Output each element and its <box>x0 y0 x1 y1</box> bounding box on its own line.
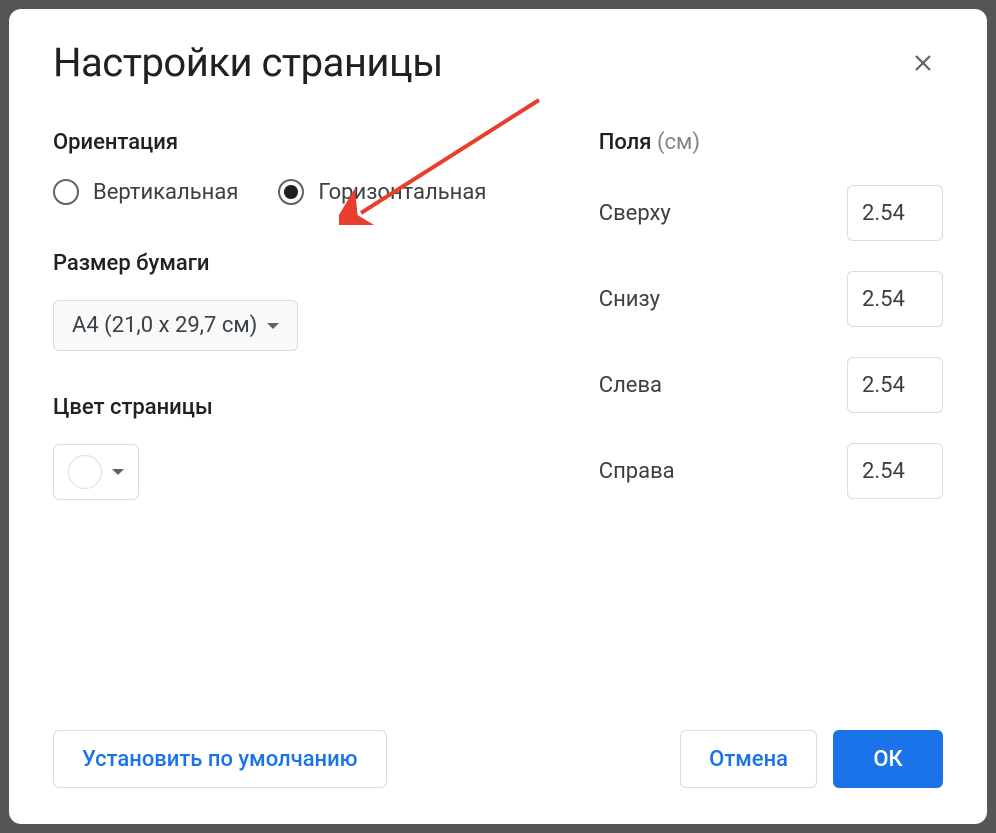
chevron-down-icon <box>267 323 279 329</box>
left-column: Ориентация Вертикальная Горизонтальная Р… <box>53 130 519 529</box>
close-button[interactable] <box>903 43 943 83</box>
close-icon <box>911 51 935 75</box>
orientation-section: Ориентация Вертикальная Горизонтальная <box>53 130 519 205</box>
radio-icon <box>278 179 304 205</box>
radio-icon <box>53 179 79 205</box>
margin-top-input[interactable] <box>847 185 943 241</box>
margin-left-row: Слева <box>599 357 943 413</box>
page-color-label: Цвет страницы <box>53 395 519 420</box>
margins-section: Поля (см) Сверху Снизу Слева Справа <box>599 130 943 529</box>
paper-size-dropdown[interactable]: A4 (21,0 x 29,7 см) <box>53 300 298 351</box>
page-setup-dialog: Настройки страницы Ориентация Вертикальн… <box>9 9 987 824</box>
margins-label: Поля (см) <box>599 130 943 155</box>
orientation-label: Ориентация <box>53 130 519 155</box>
orientation-radio-group: Вертикальная Горизонтальная <box>53 179 519 205</box>
margin-top-row: Сверху <box>599 185 943 241</box>
orientation-landscape-label: Горизонтальная <box>318 180 486 205</box>
margin-right-label: Справа <box>599 459 675 484</box>
cancel-button[interactable]: Отмена <box>680 730 817 788</box>
orientation-landscape-radio[interactable]: Горизонтальная <box>278 179 486 205</box>
margin-left-input[interactable] <box>847 357 943 413</box>
margin-bottom-label: Снизу <box>599 287 660 312</box>
margin-top-label: Сверху <box>599 201 671 226</box>
margin-right-input[interactable] <box>847 443 943 499</box>
dialog-content: Ориентация Вертикальная Горизонтальная Р… <box>53 130 943 529</box>
orientation-portrait-radio[interactable]: Вертикальная <box>53 179 238 205</box>
paper-size-label: Размер бумаги <box>53 251 519 276</box>
footer-right-group: Отмена ОК <box>680 730 943 788</box>
dialog-title: Настройки страницы <box>53 39 443 86</box>
set-default-button[interactable]: Установить по умолчанию <box>53 730 387 788</box>
margin-right-row: Справа <box>599 443 943 499</box>
ok-button[interactable]: ОК <box>833 730 943 788</box>
dialog-footer: Установить по умолчанию Отмена ОК <box>53 730 943 788</box>
page-color-dropdown[interactable] <box>53 444 139 500</box>
paper-size-section: Размер бумаги A4 (21,0 x 29,7 см) <box>53 251 519 351</box>
dialog-header: Настройки страницы <box>53 39 943 86</box>
margin-bottom-row: Снизу <box>599 271 943 327</box>
orientation-portrait-label: Вертикальная <box>93 180 238 205</box>
chevron-down-icon <box>112 469 124 475</box>
margin-left-label: Слева <box>599 373 662 398</box>
paper-size-selected: A4 (21,0 x 29,7 см) <box>72 313 257 338</box>
margins-unit: (см) <box>657 130 700 155</box>
margin-bottom-input[interactable] <box>847 271 943 327</box>
page-color-section: Цвет страницы <box>53 395 519 500</box>
color-swatch <box>68 455 102 489</box>
